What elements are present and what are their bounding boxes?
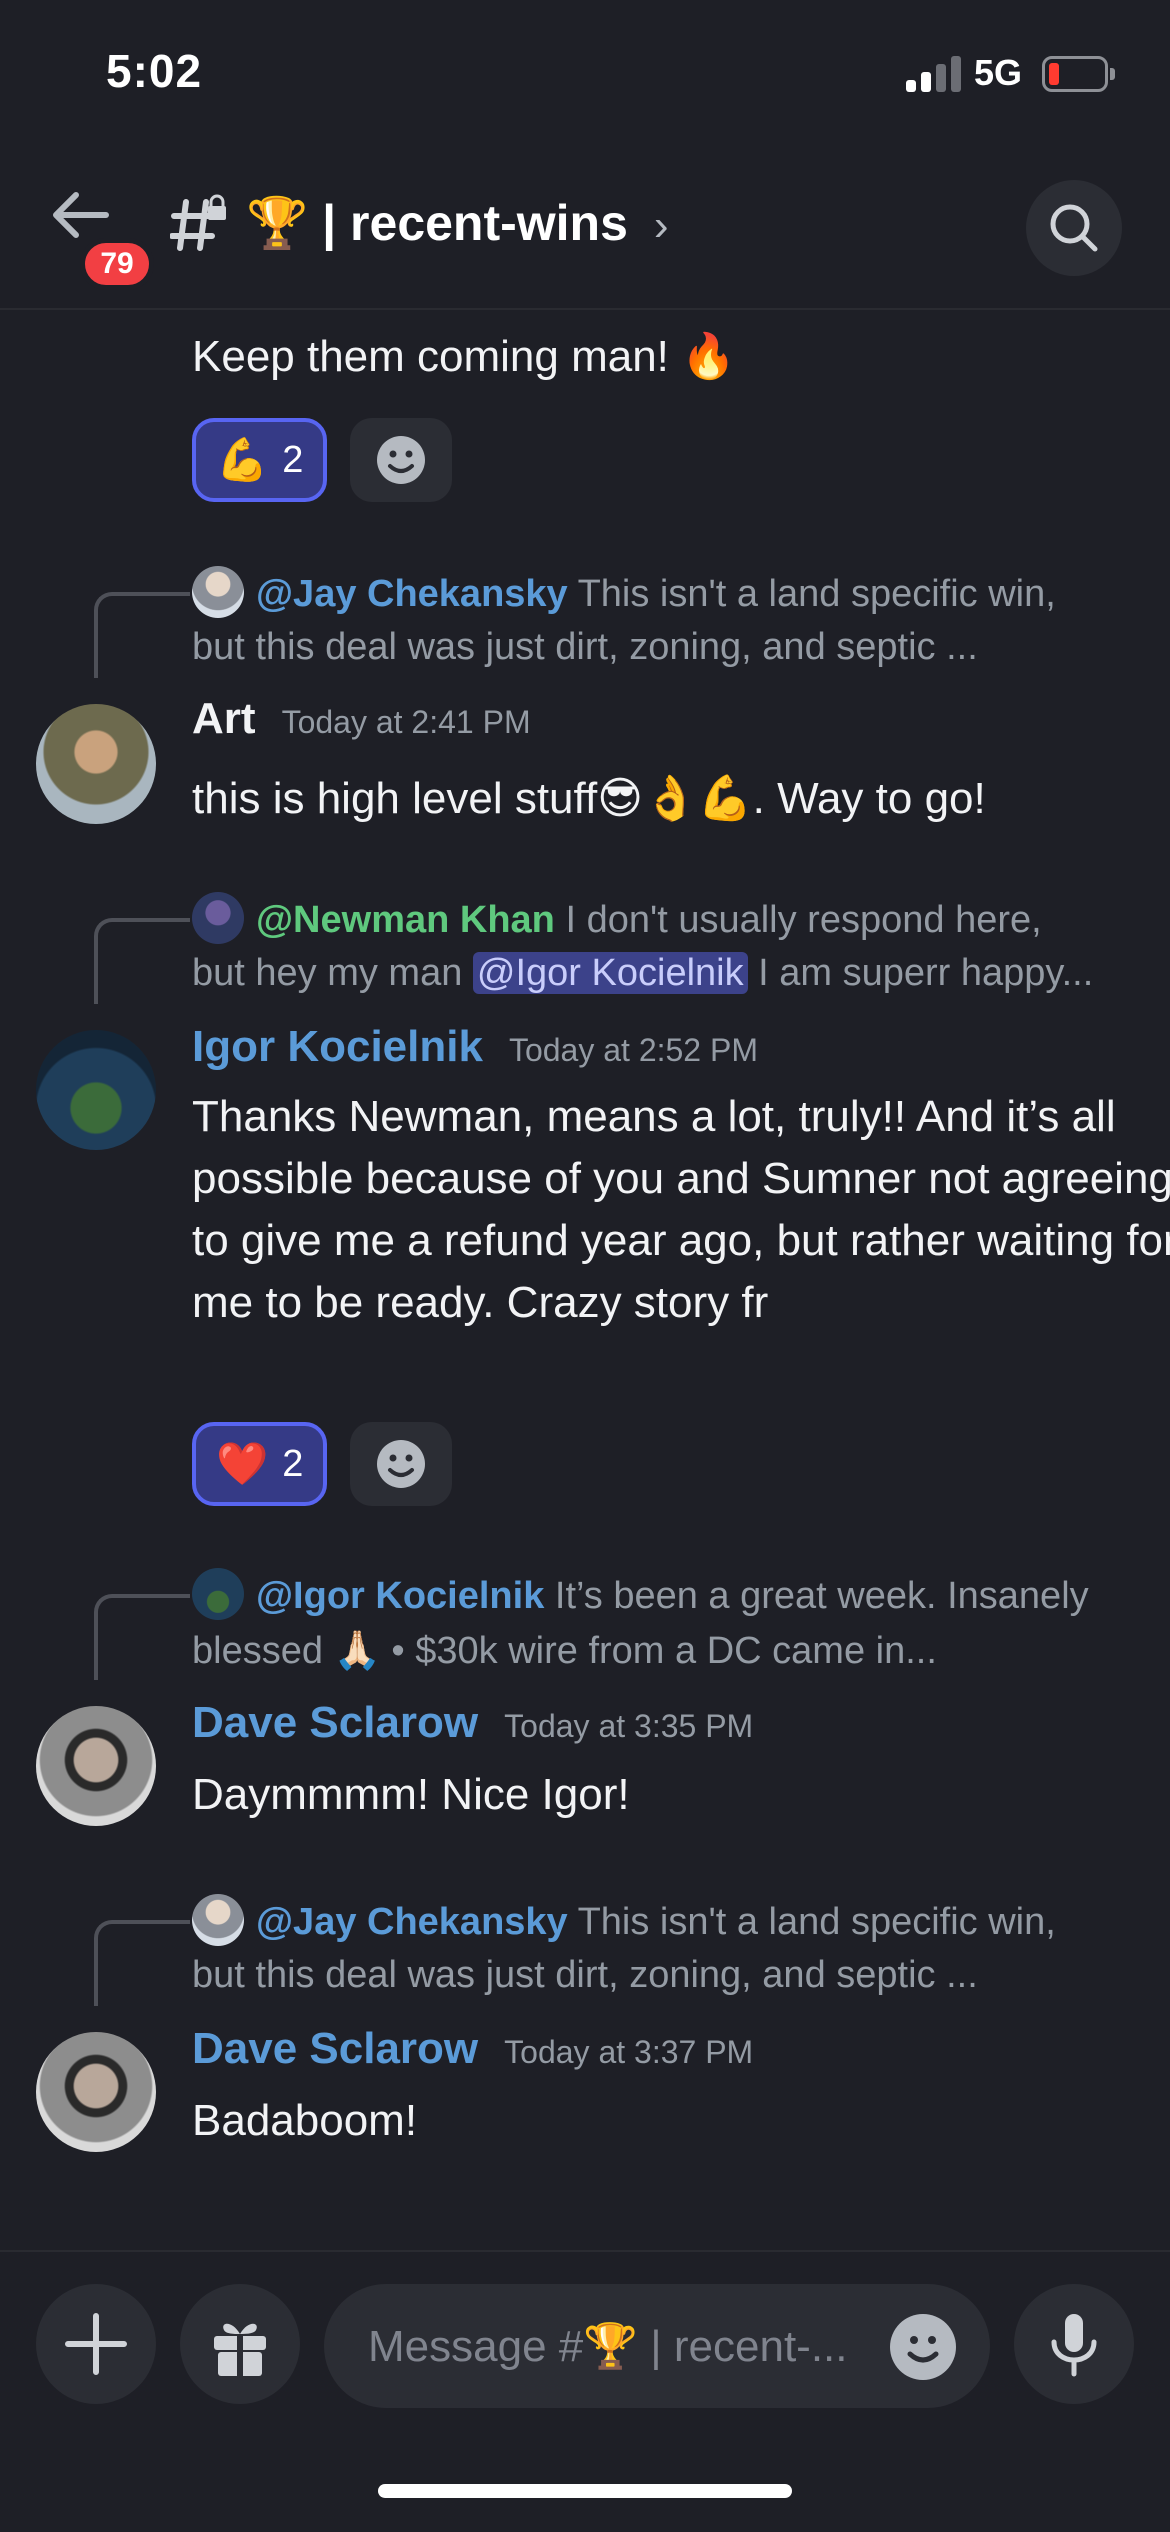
message-list[interactable]: Keep them coming man! 🔥 💪 2 @Jay Chekans… <box>0 312 1170 2252</box>
add-reaction-icon <box>377 436 425 484</box>
reaction-emoji: ❤️ <box>216 1439 269 1488</box>
reply-preview-line1: It’s been a great week. Insanely <box>554 1575 1089 1617</box>
reply-text-part: but hey my man <box>192 952 473 994</box>
message-text: Badaboom! <box>192 2096 418 2145</box>
reply-preview-line2: but this deal was just dirt, zoning, and… <box>192 626 978 668</box>
search-button[interactable] <box>1026 180 1122 276</box>
reply-preview[interactable]: @Igor Kocielnik It’s been a great week. … <box>192 1568 1170 1623</box>
reply-preview-line2: but this deal was just dirt, zoning, and… <box>192 1954 978 1996</box>
message-text: Daymmmm! Nice Igor! <box>192 1770 630 1819</box>
reply-preview-line1: This isn't a land specific win, <box>577 1901 1056 1943</box>
add-reaction-button[interactable] <box>350 1422 452 1506</box>
avatar[interactable] <box>36 1706 156 1826</box>
author-name[interactable]: Dave Sclarow <box>192 2024 478 2073</box>
gift-button[interactable] <box>180 2284 300 2404</box>
back-arrow-icon <box>53 192 109 238</box>
reply-preview-line1: I don't usually respond here, <box>565 899 1042 941</box>
battery-cap <box>1110 68 1115 80</box>
message-header: Igor Kocielnik Today at 2:52 PM <box>192 1022 758 1072</box>
message-header: Dave Sclarow Today at 3:35 PM <box>192 1698 753 1748</box>
channel-title[interactable]: 🏆 | recent-wins › <box>246 194 668 253</box>
message-text: this is high level stuff😎👌💪. Way to go! <box>192 774 986 823</box>
reply-avatar <box>192 566 244 618</box>
reply-text-part: I am superr happy... <box>747 952 1094 994</box>
locked-channel-icon <box>169 194 230 254</box>
emoji-icon <box>907 2336 939 2363</box>
reply-preview-line2: blessed 🙏🏻 • $30k wire from a DC came in… <box>192 1630 937 1672</box>
reaction-emoji: 💪 <box>216 435 269 484</box>
timestamp: Today at 3:37 PM <box>504 2034 754 2070</box>
reaction-heart[interactable]: ❤️ 2 <box>192 1422 328 1506</box>
add-reaction-icon <box>377 1440 425 1488</box>
add-reaction-button[interactable] <box>350 418 452 502</box>
message-header: Dave Sclarow Today at 3:37 PM <box>192 2024 753 2074</box>
reply-mention: @Newman Khan <box>256 899 555 941</box>
network-type: 5G <box>974 52 1023 93</box>
gift-icon <box>214 2323 266 2376</box>
reply-mention: @Igor Kocielnik <box>256 1575 545 1617</box>
unread-badge: 79 <box>80 238 154 290</box>
status-time: 5:02 <box>106 45 203 97</box>
reaction-muscle[interactable]: 💪 2 <box>192 418 328 502</box>
author-name[interactable]: Dave Sclarow <box>192 1698 478 1747</box>
reply-connector <box>94 1594 190 1680</box>
plus-icon <box>65 2313 127 2375</box>
reply-preview[interactable]: @Newman Khan I don't usually respond her… <box>192 892 1170 947</box>
reply-mention: @Jay Chekansky <box>256 1901 568 1943</box>
avatar[interactable] <box>36 704 156 824</box>
emoji-button[interactable] <box>890 2314 956 2380</box>
voice-message-button[interactable] <box>1014 2284 1134 2404</box>
channel-name: | recent-wins <box>322 195 628 251</box>
add-attachment-button[interactable] <box>36 2284 156 2404</box>
reply-avatar <box>192 1568 244 1620</box>
status-bar: 5:02 5G <box>0 0 1170 150</box>
battery-icon <box>1042 56 1108 92</box>
reply-preview[interactable]: @Jay Chekansky This isn't a land specifi… <box>192 1894 1170 1949</box>
message-text: Thanks Newman, means a lot, truly!! And … <box>192 1092 1170 1327</box>
signal-icon <box>906 56 962 92</box>
avatar[interactable] <box>36 1030 156 1150</box>
channel-emoji: 🏆 <box>246 194 309 252</box>
reply-preview-line1: This isn't a land specific win, <box>577 573 1056 615</box>
reply-preview-line2: but hey my man @Igor Kocielnik I am supe… <box>192 946 1170 1000</box>
reply-preview[interactable]: @Jay Chekansky This isn't a land specifi… <box>192 566 1170 621</box>
microphone-icon <box>1051 2314 1097 2377</box>
reply-connector <box>94 1920 190 2006</box>
author-name[interactable]: Art <box>192 694 256 743</box>
reply-avatar <box>192 1894 244 1946</box>
reply-connector <box>94 592 190 678</box>
timestamp: Today at 2:41 PM <box>281 704 531 740</box>
reply-mention: @Jay Chekansky <box>256 573 568 615</box>
reply-connector <box>94 918 190 1004</box>
author-name[interactable]: Igor Kocielnik <box>192 1022 483 1071</box>
reaction-count: 2 <box>282 1442 304 1485</box>
home-indicator[interactable] <box>378 2484 792 2498</box>
avatar[interactable] <box>36 2032 156 2152</box>
message-placeholder: Message #🏆 | recent-... <box>368 2322 848 2371</box>
message-header: Art Today at 2:41 PM <box>192 694 531 744</box>
timestamp: Today at 3:35 PM <box>504 1708 754 1744</box>
message-input[interactable]: Message #🏆 | recent-... <box>324 2284 990 2408</box>
timestamp: Today at 2:52 PM <box>508 1032 758 1068</box>
message-text: Keep them coming man! 🔥 <box>192 332 736 381</box>
reply-avatar <box>192 892 244 944</box>
mention-pill[interactable]: @Igor Kocielnik <box>472 952 748 994</box>
chevron-right-icon: › <box>653 201 669 250</box>
reaction-count: 2 <box>282 438 304 481</box>
search-icon <box>1050 204 1098 252</box>
channel-header: 79 🏆 | recent-wins › <box>0 150 1170 310</box>
